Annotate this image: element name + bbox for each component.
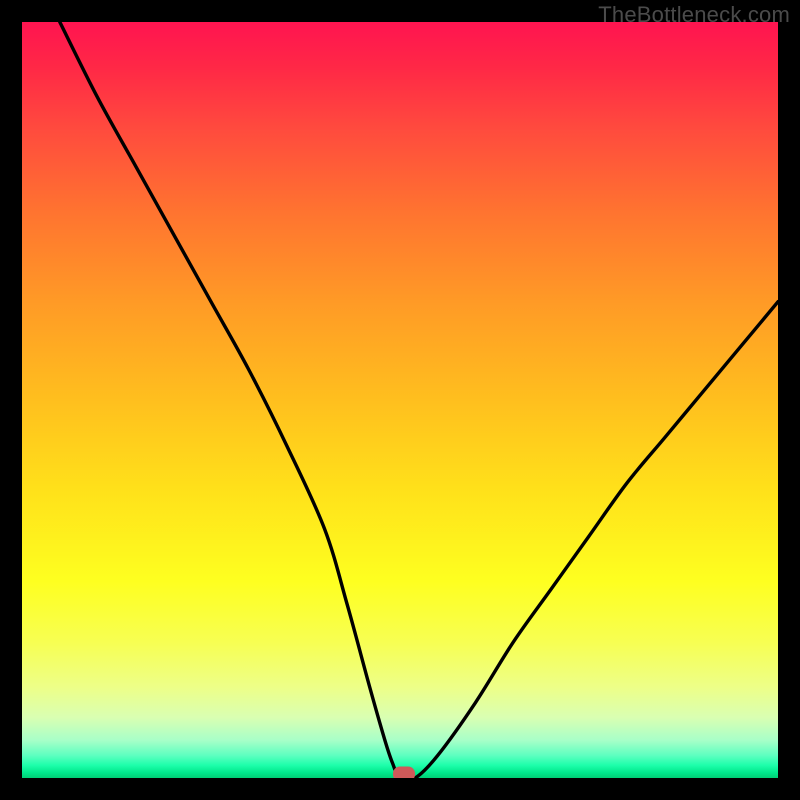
watermark-text: TheBottleneck.com bbox=[598, 2, 790, 28]
curve-path bbox=[60, 22, 778, 778]
chart-frame: TheBottleneck.com bbox=[0, 0, 800, 800]
bottleneck-curve bbox=[22, 22, 778, 778]
plot-area bbox=[22, 22, 778, 778]
optimum-marker bbox=[393, 767, 415, 778]
